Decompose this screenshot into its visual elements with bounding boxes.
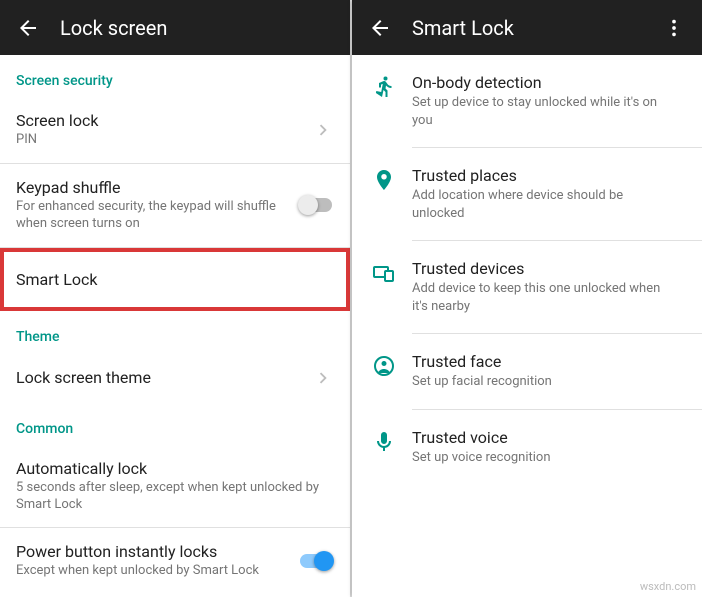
- face-icon: [356, 352, 412, 378]
- trusted-voice-row[interactable]: Trusted voice Set up voice recognition: [352, 410, 702, 485]
- row-title: Trusted face: [412, 352, 686, 371]
- mic-icon: [356, 428, 412, 454]
- back-arrow-icon: [16, 16, 40, 40]
- trusted-devices-row[interactable]: Trusted devices Add device to keep this …: [352, 241, 702, 333]
- automatically-lock-row[interactable]: Automatically lock 5 seconds after sleep…: [0, 445, 350, 528]
- appbar-title: Smart Lock: [412, 16, 654, 40]
- overflow-menu-button[interactable]: [654, 8, 694, 48]
- lock-screen-appbar: Lock screen: [0, 0, 350, 55]
- section-header-common: Common: [0, 403, 350, 445]
- row-title: Power button instantly locks: [16, 542, 298, 561]
- devices-icon: [356, 259, 412, 285]
- power-button-lock-switch[interactable]: [298, 551, 334, 571]
- row-title: Keypad shuffle: [16, 178, 298, 197]
- row-title: Automatically lock: [16, 459, 334, 478]
- appbar-title: Lock screen: [60, 16, 342, 40]
- back-arrow-icon: [368, 16, 392, 40]
- row-subtitle: Add location where device should be unlo…: [412, 187, 686, 222]
- back-button[interactable]: [360, 8, 400, 48]
- chevron-right-icon: [312, 119, 334, 141]
- chevron-right-icon: [312, 367, 334, 389]
- row-subtitle: Add device to keep this one unlocked whe…: [412, 280, 686, 315]
- watermark: wsxdn.com: [640, 580, 696, 593]
- keypad-shuffle-row[interactable]: Keypad shuffle For enhanced security, th…: [0, 164, 350, 247]
- row-subtitle: PIN: [16, 132, 312, 149]
- row-title: On-body detection: [412, 73, 686, 92]
- trusted-places-row[interactable]: Trusted places Add location where device…: [352, 148, 702, 240]
- back-button[interactable]: [8, 8, 48, 48]
- row-title: Smart Lock: [16, 270, 334, 289]
- section-header-security: Screen security: [0, 55, 350, 97]
- on-body-detection-row[interactable]: On-body detection Set up device to stay …: [352, 55, 702, 147]
- row-subtitle: Set up voice recognition: [412, 449, 686, 467]
- row-title: Trusted voice: [412, 428, 686, 447]
- smart-lock-pane: Smart Lock On-body detection Set up devi…: [352, 0, 702, 597]
- row-subtitle: Set up device to stay unlocked while it'…: [412, 94, 686, 129]
- row-title: Trusted devices: [412, 259, 686, 278]
- walking-icon: [356, 73, 412, 99]
- more-vert-icon: [663, 17, 685, 39]
- keypad-shuffle-switch[interactable]: [298, 195, 334, 215]
- lock-screen-theme-row[interactable]: Lock screen theme: [0, 353, 350, 403]
- row-subtitle: 5 seconds after sleep, except when kept …: [16, 480, 334, 514]
- row-title: Screen lock: [16, 111, 312, 130]
- screen-lock-row[interactable]: Screen lock PIN: [0, 97, 350, 163]
- row-subtitle: For enhanced security, the keypad will s…: [16, 199, 298, 233]
- row-title: Lock screen theme: [16, 368, 312, 387]
- row-title: Trusted places: [412, 166, 686, 185]
- lock-screen-pane: Lock screen Screen security Screen lock …: [0, 0, 350, 597]
- row-subtitle: Set up facial recognition: [412, 373, 686, 391]
- trusted-face-row[interactable]: Trusted face Set up facial recognition: [352, 334, 702, 409]
- power-button-lock-row[interactable]: Power button instantly locks Except when…: [0, 528, 350, 594]
- smart-lock-appbar: Smart Lock: [352, 0, 702, 55]
- row-subtitle: Except when kept unlocked by Smart Lock: [16, 563, 298, 580]
- smart-lock-row[interactable]: Smart Lock: [0, 248, 350, 311]
- section-header-theme: Theme: [0, 311, 350, 353]
- place-icon: [356, 166, 412, 192]
